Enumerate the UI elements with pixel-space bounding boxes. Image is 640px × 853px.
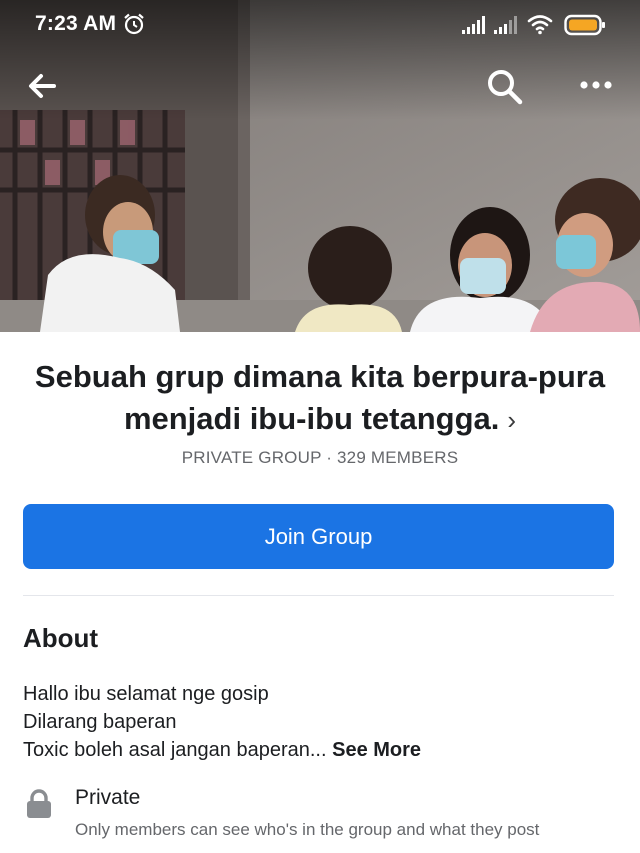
divider (23, 595, 614, 596)
battery-icon (564, 14, 605, 36)
about-line: Toxic boleh asal jangan baperan... See M… (23, 736, 421, 764)
status-time: 7:23 AM (35, 12, 117, 35)
back-arrow-icon (29, 74, 56, 98)
back-button[interactable] (24, 68, 64, 104)
alarm-icon (124, 13, 144, 35)
more-options-button[interactable] (572, 70, 620, 100)
more-icon (580, 81, 612, 89)
about-line-text: Toxic boleh asal jangan baperan... (23, 739, 327, 761)
chevron-right-icon[interactable]: › (507, 405, 516, 435)
privacy-description: Only members can see who's in the group … (75, 820, 540, 839)
privacy-title: Private (75, 786, 141, 809)
wifi-icon (527, 15, 553, 35)
signal-icon (494, 16, 517, 34)
join-group-button[interactable]: Join Group (23, 504, 614, 569)
about-line: Dilarang baperan (23, 711, 177, 733)
search-icon (488, 70, 523, 105)
about-line: Hallo ibu selamat nge gosip (23, 683, 269, 705)
privacy-info: Private Only members can see who's in th… (23, 784, 623, 844)
group-title-text: Sebuah grup dimana kita berpura-pura men… (34, 359, 606, 436)
group-title[interactable]: Sebuah grup dimana kita berpura-pura men… (20, 356, 620, 441)
about-heading: About (23, 623, 99, 653)
about-description: Hallo ibu selamat nge gosip Dilarang bap… (23, 680, 421, 764)
group-meta: PRIVATE GROUP · 329 MEMBERS (181, 448, 459, 467)
see-more-link[interactable]: See More (332, 739, 421, 761)
status-bar: 7:23 AM (0, 0, 640, 50)
search-button[interactable] (484, 66, 526, 108)
lock-icon (27, 789, 51, 818)
signal-icon (462, 16, 485, 34)
